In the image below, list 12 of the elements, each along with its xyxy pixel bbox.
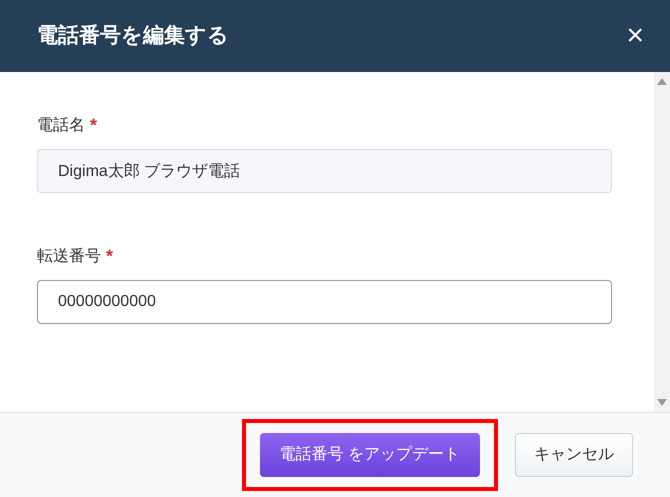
dialog-title: 電話番号を編集する: [37, 23, 229, 50]
scroll-up-icon[interactable]: [657, 78, 667, 85]
field-label: 転送番号: [37, 246, 101, 266]
field-label: 電話名: [37, 116, 85, 136]
scrollbar[interactable]: [654, 72, 670, 412]
update-button[interactable]: 電話番号 をアップデート: [260, 433, 480, 477]
close-button[interactable]: ×: [626, 21, 644, 51]
cancel-button[interactable]: キャンセル: [515, 433, 633, 477]
input-field[interactable]: 00000000000: [37, 280, 612, 324]
required-mark: *: [90, 114, 98, 137]
scroll-down-icon[interactable]: [657, 399, 667, 406]
required-mark: *: [106, 245, 114, 268]
